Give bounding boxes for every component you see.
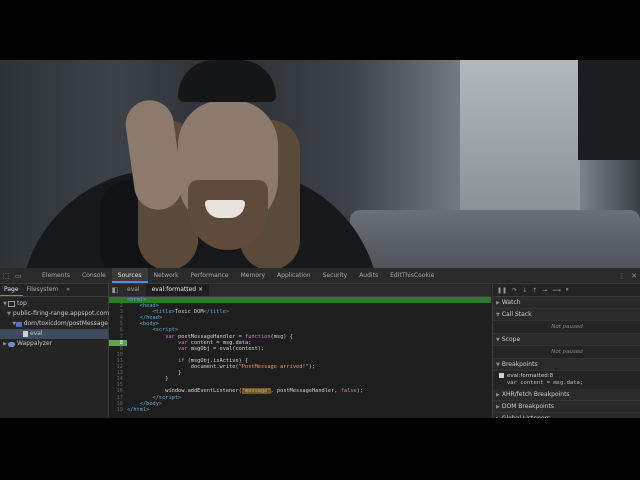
video-frame — [0, 60, 640, 268]
tab-elements[interactable]: Elements — [36, 268, 76, 283]
navigator-tab-0[interactable]: Page — [0, 284, 23, 296]
editor-tabs: ◧ eval eval:formatted × — [109, 284, 491, 297]
cap — [178, 60, 276, 102]
navigator-pane: Page Filesystem» ▼ top ▼ public-firing-range… — [0, 284, 109, 418]
call-stack-label: Call Stack — [501, 311, 532, 318]
tab-network[interactable]: Network — [148, 268, 185, 283]
tab-console[interactable]: Console — [76, 268, 112, 283]
tree-item[interactable]: ▼ top — [0, 299, 108, 309]
breakpoints-section[interactable]: ▼ Breakpoints — [493, 359, 640, 371]
tree-item[interactable]: eval — [0, 329, 108, 339]
step-icon[interactable]: → — [542, 287, 547, 294]
scope-section[interactable]: ▼ Scope — [493, 334, 640, 346]
pause-icon[interactable]: ❚❚ — [497, 287, 507, 294]
breakpoints-label: Breakpoints — [501, 361, 538, 368]
devtools-tabs: Elements Console Sources Network Performance… — [36, 268, 440, 283]
tab-application[interactable]: Application — [271, 268, 317, 283]
watch-section[interactable]: ▶ Watch — [493, 297, 640, 309]
tab-audits[interactable]: Audits — [353, 268, 384, 283]
tree-item-label: dom/toxicdom/postMessage — [23, 320, 108, 327]
cloud-icon — [8, 341, 15, 347]
inspect-icon[interactable]: ⬚ — [0, 268, 12, 283]
navigator-tree: ▼ top ▼ public-firing-range.appspot.com ▼ dom… — [0, 297, 110, 349]
code-editor: ◧ eval eval:formatted × 1 <html> 2 <head> 3 … — [109, 284, 491, 418]
devtools-tabbar: ⬚ ▭ Elements Console Sources Network Perform… — [0, 268, 640, 284]
scope-label: Scope — [501, 336, 521, 343]
devtools-panel: ⬚ ▭ Elements Console Sources Network Perform… — [0, 268, 640, 425]
step-into-icon[interactable]: ↓ — [522, 287, 527, 294]
letterbox-bottom — [0, 418, 640, 480]
code-view[interactable]: 1 <html> 2 <head> 3 <title>Toxic DOM</title… — [109, 297, 491, 418]
line-number[interactable]: 19 — [109, 407, 127, 413]
background-wall — [460, 60, 580, 210]
breakpoint-checkbox[interactable] — [499, 373, 504, 378]
expand-arrow-icon[interactable]: ▼ — [7, 309, 11, 319]
xhr-breakpoints-section[interactable]: ▶ XHR/fetch Breakpoints — [493, 389, 640, 401]
tree-item-label: eval — [30, 330, 43, 337]
more-vertical-icon[interactable]: ⋮ — [616, 268, 628, 283]
tree-item-label: top — [17, 300, 27, 307]
dom-label: DOM Breakpoints — [501, 403, 555, 410]
tab-security[interactable]: Security — [317, 268, 354, 283]
code-text: var msgObj = eval(content); — [178, 345, 265, 352]
tree-item[interactable]: ▶ Wappalyzer — [0, 339, 108, 349]
breakpoint-entry[interactable]: eval:formatted:8 var content = msg.data; — [493, 371, 640, 389]
code-line[interactable]: 19 </html> — [109, 407, 491, 413]
couch — [350, 210, 640, 268]
tree-item-label: public-firing-range.appspot.com — [12, 310, 110, 317]
tree-item-label: Wappalyzer — [17, 340, 53, 347]
deactivate-breakpoints-icon[interactable]: ⟿ — [552, 287, 561, 294]
code-text: </html> — [127, 406, 150, 413]
breakpoint-code: var content = msg.data; — [507, 380, 584, 386]
debugger-sidebar: ❚❚ ↷ ↓ ↑ → ⟿ ⏸ ▶ Watch ▼ Call Stack Not pa… — [492, 284, 640, 425]
scope-status: Not paused — [493, 346, 640, 359]
tab-sources[interactable]: Sources — [111, 268, 148, 283]
debugger-toolbar: ❚❚ ↷ ↓ ↑ → ⟿ ⏸ — [493, 284, 640, 297]
step-over-icon[interactable]: ↷ — [512, 287, 517, 294]
folder-icon — [16, 321, 22, 327]
navigator-tabs: Page Filesystem» — [0, 284, 108, 297]
xhr-label: XHR/fetch Breakpoints — [501, 391, 570, 398]
toggle-navigator-icon[interactable]: ◧ — [109, 283, 121, 298]
tab-memory[interactable]: Memory — [235, 268, 271, 283]
tab-editthiscookie[interactable]: EditThisCookie — [384, 268, 440, 283]
call-stack-status: Not paused — [493, 321, 640, 334]
tree-item[interactable]: ▼ dom/toxicdom/postMessage — [0, 319, 108, 329]
file-icon — [23, 331, 28, 337]
breakpoint-location: eval:formatted:8 — [507, 373, 554, 379]
pause-on-exceptions-icon[interactable]: ⏸ — [566, 286, 569, 294]
navigator-tab-1[interactable]: Filesystem — [23, 284, 63, 296]
tree-item[interactable]: ▼ public-firing-range.appspot.com — [0, 309, 110, 319]
dom-breakpoints-section[interactable]: ▶ DOM Breakpoints — [493, 401, 640, 413]
device-toolbar-icon[interactable]: ▭ — [12, 268, 24, 283]
close-icon[interactable]: ✕ — [628, 268, 640, 283]
editor-tab[interactable]: eval:formatted × — [145, 284, 210, 296]
tab-performance[interactable]: Performance — [185, 268, 235, 283]
code-text: } — [127, 376, 169, 383]
wall-frame — [578, 60, 640, 160]
navigator-tab-2[interactable]: » — [62, 284, 74, 296]
editor-tab[interactable]: eval — [121, 284, 146, 296]
call-stack-section[interactable]: ▼ Call Stack — [493, 309, 640, 321]
watch-label: Watch — [501, 299, 521, 306]
step-out-icon[interactable]: ↑ — [532, 287, 537, 294]
frame-icon — [8, 301, 15, 307]
